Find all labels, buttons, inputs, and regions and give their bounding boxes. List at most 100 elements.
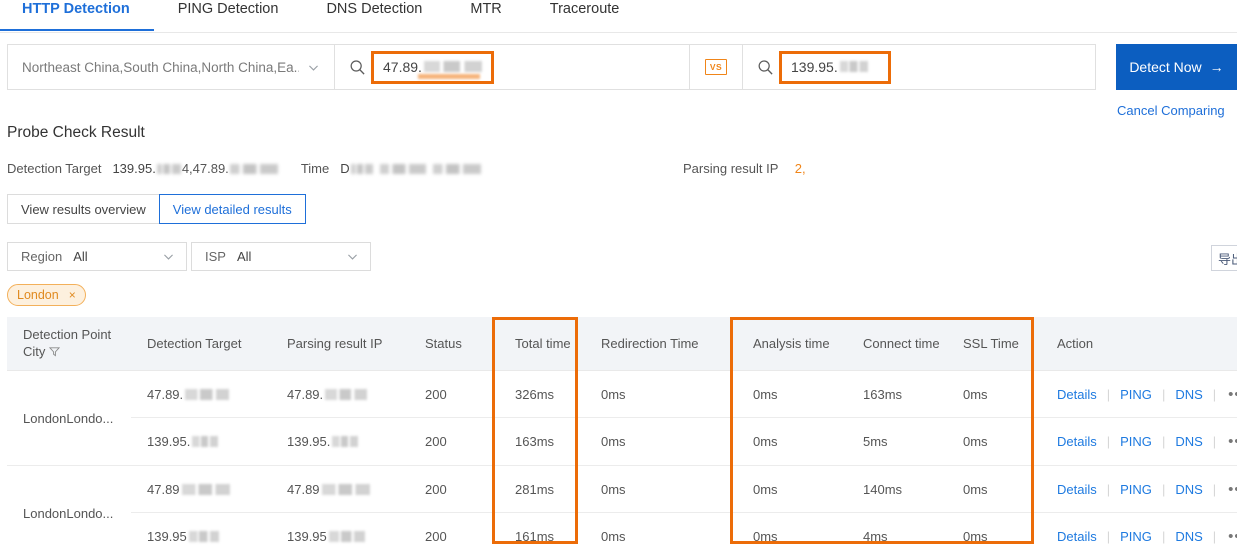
column-header-action: Action [1057,336,1094,351]
action-details-link[interactable]: Details [1057,529,1097,544]
table-row[interactable]: 139.95. 139.95. 200 163ms 0ms 0ms 5ms 0m… [131,418,1237,465]
table-cell-parsed-ip: 139.95. [271,434,409,449]
isp-filter-label: ISP [205,249,226,264]
table-cell-action: Details | PING | DNS | ••• [1041,528,1237,545]
target-b-input[interactable]: 139.95. [791,59,838,75]
action-ping-link[interactable]: PING [1120,387,1152,402]
table-cell-status: 200 [425,386,447,402]
action-more-icon[interactable]: ••• [1228,528,1237,545]
table-row[interactable]: 47.89 47.89 200 281ms 0ms 0ms 140ms 0ms … [131,466,1237,513]
column-header-ssl-time: SSL Time [963,336,1019,351]
table-cell-total-time: 326ms [515,386,555,402]
filter-tag-london: London × [7,284,86,306]
table-cell-analysis-time: 0ms [753,481,778,497]
table-cell-redirection-time: 0ms [601,529,626,544]
target-a-input[interactable]: 47.89. [383,59,422,75]
action-dns-link[interactable]: DNS [1175,482,1202,497]
table-cell-parsed-ip: 139.95 [271,529,409,544]
target-b-highlight: 139.95. [779,50,891,84]
tab-traceroute[interactable]: Traceroute [526,0,644,30]
detect-now-button[interactable]: Detect Now → [1116,44,1237,90]
column-header-status: Status [425,336,462,351]
search-icon [757,59,774,76]
close-icon[interactable]: × [69,288,76,302]
table-header-row: Detection Point City Detection Target Pa… [7,317,1237,371]
action-more-icon[interactable]: ••• [1228,386,1237,403]
parsing-result-ip-count[interactable]: 2, [795,161,806,176]
action-ping-link[interactable]: PING [1120,529,1152,544]
table-cell-detection-target: 47.89 [131,482,271,497]
export-button[interactable]: 导出 [1211,245,1237,271]
view-detailed-results-button[interactable]: View detailed results [158,194,306,224]
table-row[interactable]: 139.95 139.95 200 161ms 0ms 0ms 4ms 0ms … [131,513,1237,560]
region-filter[interactable]: Region All [7,242,187,271]
table-group: LondonLondo... 47.89 47.89 200 281ms 0ms… [7,466,1237,560]
action-details-link[interactable]: Details [1057,387,1097,402]
target-b-cell: 139.95. [743,45,1093,89]
action-dns-link[interactable]: DNS [1175,387,1202,402]
isp-filter-value: All [236,249,252,264]
table-row[interactable]: 47.89. 47.89. 200 326ms 0ms 0ms 163ms 0m… [131,371,1237,418]
arrow-right-icon: → [1209,59,1224,75]
detection-target-text: 139.95. [147,434,191,449]
tab-mtr[interactable]: MTR [446,0,525,30]
view-results-overview-button[interactable]: View results overview [7,194,160,224]
action-ping-link[interactable]: PING [1120,434,1152,449]
table-cell-connect-time: 4ms [863,529,888,544]
region-filter-value: All [73,249,88,264]
action-divider: | [1161,434,1166,449]
table-cell-parsed-ip: 47.89 [271,482,409,497]
cancel-comparing-link[interactable]: Cancel Comparing [1117,103,1225,118]
target-a-cell: 47.89. [335,45,690,89]
action-more-icon[interactable]: ••• [1228,433,1237,450]
column-header-detection-target: Detection Target [147,336,242,351]
query-bar: Northeast China,South China,North China,… [7,44,1096,90]
table-cell-city: LondonLondo... [23,410,114,426]
action-details-link[interactable]: Details [1057,434,1097,449]
vs-cell: VS [690,45,743,89]
tab-http-detection[interactable]: HTTP Detection [0,0,154,31]
table-cell-ssl-time: 0ms [963,481,988,497]
action-details-link[interactable]: Details [1057,482,1097,497]
region-selector[interactable]: Northeast China,South China,North China,… [8,45,335,89]
action-dns-link[interactable]: DNS [1175,434,1202,449]
detection-target-text: 47.89. [147,386,184,402]
column-header-redirection-time: Redirection Time [601,336,699,351]
redacted-text [325,388,368,400]
detection-target-value-2: 4,47.89. [181,161,229,176]
parsing-result-ip-label: Parsing result IP [683,161,779,176]
table-cell-detection-target: 47.89. [131,387,271,402]
table-cell-action: Details | PING | DNS | ••• [1041,433,1237,450]
action-ping-link[interactable]: PING [1120,482,1152,497]
page-title: Probe Check Result [7,124,145,141]
redacted-text [379,163,426,174]
detection-tabbar: HTTP Detection PING Detection DNS Detect… [0,0,1237,33]
tab-dns-detection[interactable]: DNS Detection [302,0,446,30]
filter-icon[interactable] [49,344,61,361]
filter-tag-label: London [17,288,59,302]
chevron-down-icon [346,250,359,263]
table-cell-action: Details | PING | DNS | ••• [1041,481,1237,498]
action-divider: | [1106,529,1111,544]
table-cell-status: 200 [425,434,447,449]
search-icon [349,59,366,76]
vs-badge[interactable]: VS [704,58,728,76]
column-header-parsing-result-ip: Parsing result IP [287,336,383,351]
table-cell-connect-time: 140ms [863,481,903,497]
tab-ping-detection[interactable]: PING Detection [154,0,303,30]
table-group: LondonLondo... 47.89. 47.89. 200 326ms 0… [7,371,1237,466]
isp-filter[interactable]: ISP All [191,242,371,271]
table-cell-ssl-time: 0ms [963,529,988,544]
region-selector-value: Northeast China,South China,North China,… [22,59,299,75]
column-header-connect-time: Connect time [863,336,940,351]
table-cell-ssl-time: 0ms [963,434,988,449]
redacted-text [332,436,359,447]
action-more-icon[interactable]: ••• [1228,481,1237,498]
action-divider: | [1212,481,1217,497]
table-group-rows: 47.89. 47.89. 200 326ms 0ms 0ms 163ms 0m… [131,371,1237,465]
table-cell-total-time: 163ms [515,434,555,449]
detect-now-label: Detect Now [1129,59,1202,75]
action-dns-link[interactable]: DNS [1175,529,1202,544]
column-header-city[interactable]: Detection Point City [7,326,131,361]
action-divider: | [1106,481,1111,497]
